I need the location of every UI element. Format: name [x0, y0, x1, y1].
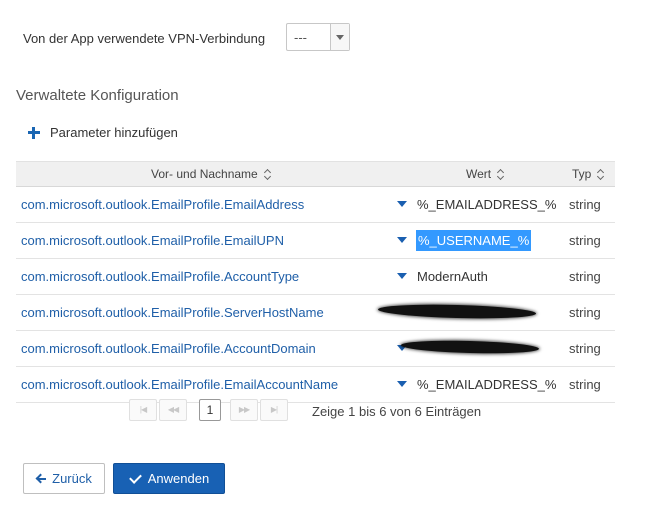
add-parameter-button[interactable]: Parameter hinzufügen: [28, 125, 178, 140]
caret-down-icon[interactable]: [397, 201, 407, 207]
parameter-type: string: [569, 233, 601, 248]
last-page-icon[interactable]: ▶|: [260, 399, 288, 421]
sort-icon: [264, 169, 272, 179]
column-header-name[interactable]: Vor- und Nachname: [151, 167, 272, 181]
parameter-value-selected[interactable]: %_USERNAME_%: [416, 230, 532, 251]
table-row: com.microsoft.outlook.EmailProfile.Accou…: [16, 331, 615, 367]
parameter-value[interactable]: %_EMAILADDRESS_%: [417, 377, 556, 392]
caret-down-icon[interactable]: [397, 273, 407, 279]
section-title: Verwaltete Konfiguration: [16, 87, 179, 104]
parameter-name-link[interactable]: com.microsoft.outlook.EmailProfile.Accou…: [21, 341, 316, 356]
parameter-name-link[interactable]: com.microsoft.outlook.EmailProfile.Accou…: [21, 269, 299, 284]
column-header-value[interactable]: Wert: [466, 167, 505, 181]
caret-down-icon[interactable]: [397, 237, 407, 243]
back-button-label: Zurück: [52, 471, 92, 486]
table-row: com.microsoft.outlook.EmailProfile.Email…: [16, 223, 615, 259]
redaction-mark: [377, 302, 537, 321]
sort-icon: [597, 169, 605, 179]
pagination-info: Zeige 1 bis 6 von 6 Einträgen: [312, 404, 482, 419]
parameter-value[interactable]: %_EMAILADDRESS_%: [417, 197, 556, 212]
chevron-down-icon[interactable]: [330, 24, 349, 50]
vpn-connection-label: Von der App verwendete VPN-Verbindung: [23, 31, 266, 46]
parameter-name-link[interactable]: com.microsoft.outlook.EmailProfile.Email…: [21, 197, 304, 212]
next-page-icon[interactable]: ▶▶: [230, 399, 258, 421]
parameter-type: string: [569, 377, 601, 392]
current-page-button[interactable]: 1: [199, 399, 221, 421]
parameter-type: string: [569, 269, 601, 284]
plus-icon: [28, 126, 40, 139]
config-table: Vor- und Nachname Wert Typ com.microsoft…: [16, 161, 615, 403]
back-button[interactable]: Zurück: [23, 463, 105, 494]
sort-icon: [497, 169, 505, 179]
parameter-name-link[interactable]: com.microsoft.outlook.EmailProfile.Serve…: [21, 305, 324, 320]
parameter-name-link[interactable]: com.microsoft.outlook.EmailProfile.Email…: [21, 233, 284, 248]
check-icon: [129, 475, 141, 483]
table-row: com.microsoft.outlook.EmailProfile.Accou…: [16, 259, 615, 295]
parameter-name-link[interactable]: com.microsoft.outlook.EmailProfile.Email…: [21, 377, 338, 392]
column-header-type[interactable]: Typ: [572, 167, 605, 181]
arrow-left-icon: [36, 474, 47, 484]
redaction-mark: [400, 339, 540, 355]
caret-down-icon[interactable]: [397, 381, 407, 387]
parameter-type: string: [569, 341, 601, 356]
parameter-type: string: [569, 305, 601, 320]
vpn-connection-select[interactable]: ---: [286, 23, 350, 51]
table-row: com.microsoft.outlook.EmailProfile.Email…: [16, 187, 615, 223]
apply-button-label: Anwenden: [147, 471, 210, 486]
parameter-value[interactable]: ModernAuth: [417, 269, 488, 284]
table-row: com.microsoft.outlook.EmailProfile.Serve…: [16, 295, 615, 331]
apply-button[interactable]: Anwenden: [113, 463, 225, 494]
table-header: Vor- und Nachname Wert Typ: [16, 161, 615, 187]
parameter-type: string: [569, 197, 601, 212]
previous-page-icon[interactable]: ◀◀: [159, 399, 187, 421]
add-parameter-label: Parameter hinzufügen: [50, 125, 178, 140]
first-page-icon[interactable]: |◀: [129, 399, 157, 421]
vpn-select-value: ---: [294, 30, 307, 45]
table-row: com.microsoft.outlook.EmailProfile.Email…: [16, 367, 615, 403]
